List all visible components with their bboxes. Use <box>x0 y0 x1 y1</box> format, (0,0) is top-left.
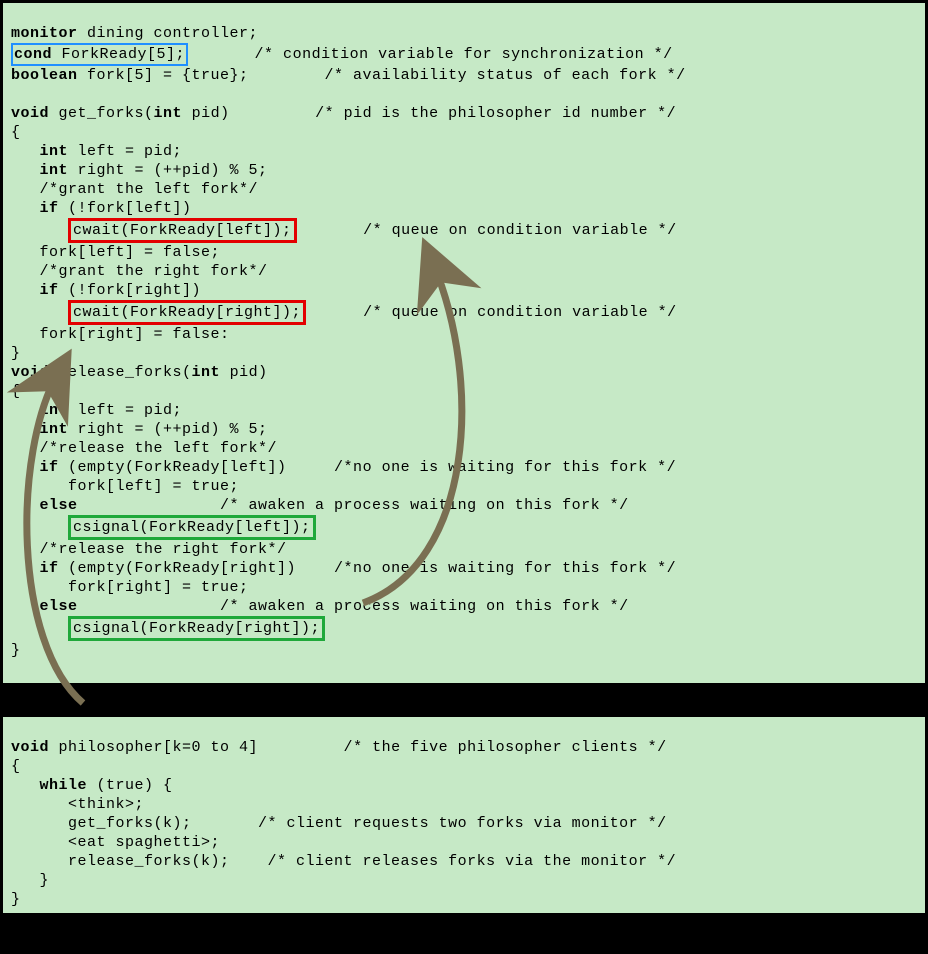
kw-int: int <box>11 421 68 438</box>
txt: { <box>11 758 21 775</box>
hl-cwait-left: cwait(ForkReady[left]); <box>68 218 297 243</box>
txt: (true) { <box>87 777 173 794</box>
kw-int: int <box>11 143 68 160</box>
txt: (empty(ForkReady[left]) /*no one is wait… <box>59 459 677 476</box>
hl-cond-decl: cond ForkReady[5]; <box>11 43 188 66</box>
txt: (!fork[left]) <box>59 200 192 217</box>
txt: get_forks(k); /* client requests two for… <box>11 815 667 832</box>
kw-int: int <box>11 162 68 179</box>
kw-void: void <box>11 739 49 756</box>
kw-while: while <box>11 777 87 794</box>
comment: /*release the left fork*/ <box>11 440 277 457</box>
kw-if: if <box>11 282 59 299</box>
txt: (empty(ForkReady[right]) /*no one is wai… <box>59 560 677 577</box>
comment: /* queue on condition variable */ <box>306 304 677 321</box>
txt: (!fork[right]) <box>59 282 202 299</box>
comment: /*release the right fork*/ <box>11 541 287 558</box>
txt: { <box>11 383 21 400</box>
txt: right = (++pid) % 5; <box>68 162 268 179</box>
txt: release_forks(k); /* client releases for… <box>11 853 676 870</box>
code-panel-monitor: monitor dining controller; cond ForkRead… <box>0 0 928 686</box>
txt: } <box>11 872 49 889</box>
kw-else: else <box>11 497 78 514</box>
txt: <think>; <box>11 796 144 813</box>
comment: /* queue on condition variable */ <box>297 222 677 239</box>
txt: right = (++pid) % 5; <box>68 421 268 438</box>
kw-int: int <box>154 105 183 122</box>
kw-else: else <box>11 598 78 615</box>
txt: } <box>11 891 21 908</box>
txt: } <box>11 345 21 362</box>
txt: ForkReady[5]; <box>52 46 185 63</box>
comment: /* awaken a process waiting on this fork… <box>78 598 629 615</box>
txt: left = pid; <box>68 402 182 419</box>
hl-cwait-right: cwait(ForkReady[right]); <box>68 300 306 325</box>
txt: fork[5] = {true}; /* availability status… <box>78 67 686 84</box>
hl-csignal-right: csignal(ForkReady[right]); <box>68 616 325 641</box>
txt: } <box>11 642 21 659</box>
txt: <eat spaghetti>; <box>11 834 220 851</box>
comment: /*grant the right fork*/ <box>11 263 268 280</box>
indent <box>11 620 68 637</box>
indent <box>11 222 68 239</box>
txt: fork[left] = false; <box>11 244 220 261</box>
txt: get_forks( <box>49 105 154 122</box>
kw-int: int <box>11 402 68 419</box>
txt: fork[right] = true; <box>11 579 249 596</box>
txt: fork[left] = true; <box>11 478 239 495</box>
indent <box>11 304 68 321</box>
txt: philosopher[k=0 to 4] /* the five philos… <box>49 739 667 756</box>
txt: release_forks( <box>49 364 192 381</box>
comment: /*grant the left fork*/ <box>11 181 258 198</box>
kw-cond: cond <box>14 46 52 63</box>
txt: pid) <box>220 364 268 381</box>
comment: /* condition variable for synchronizatio… <box>188 46 673 63</box>
comment: /* awaken a process waiting on this fork… <box>78 497 629 514</box>
hl-csignal-left: csignal(ForkReady[left]); <box>68 515 316 540</box>
txt: pid) /* pid is the philosopher id number… <box>182 105 676 122</box>
kw-boolean: boolean <box>11 67 78 84</box>
kw-monitor: monitor <box>11 25 78 42</box>
txt: fork[right] = false: <box>11 326 230 343</box>
kw-if: if <box>11 459 59 476</box>
panel-divider <box>0 686 928 714</box>
kw-if: if <box>11 200 59 217</box>
txt: dining controller; <box>78 25 259 42</box>
code-panel-philosopher: void philosopher[k=0 to 4] /* the five p… <box>0 714 928 916</box>
kw-void: void <box>11 364 49 381</box>
kw-void: void <box>11 105 49 122</box>
txt: { <box>11 124 21 141</box>
txt: left = pid; <box>68 143 182 160</box>
indent <box>11 519 68 536</box>
kw-int: int <box>192 364 221 381</box>
kw-if: if <box>11 560 59 577</box>
